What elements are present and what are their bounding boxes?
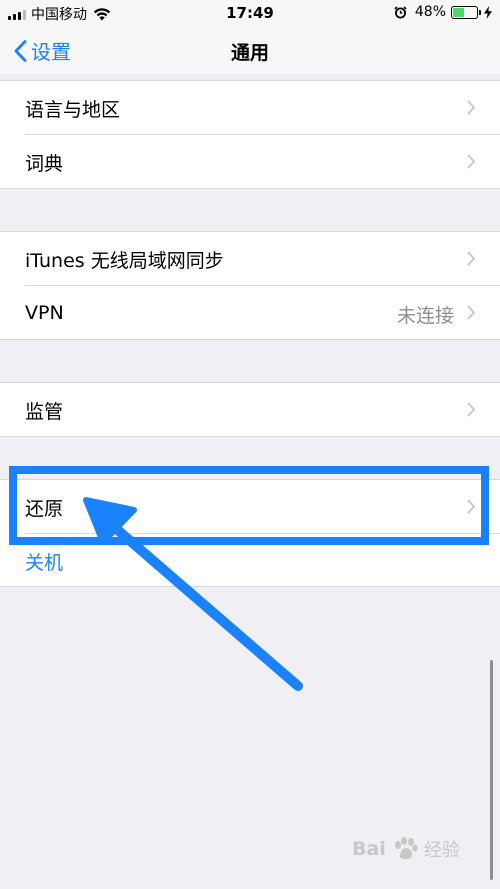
paw-icon — [394, 837, 418, 860]
watermark-brand: Bai — [352, 838, 386, 860]
scroll-indicator — [490, 660, 493, 880]
annotation-arrow-icon — [83, 497, 303, 691]
watermark-suffix: 经验 — [423, 840, 460, 861]
watermark: Bai 经验 — [352, 836, 460, 862]
